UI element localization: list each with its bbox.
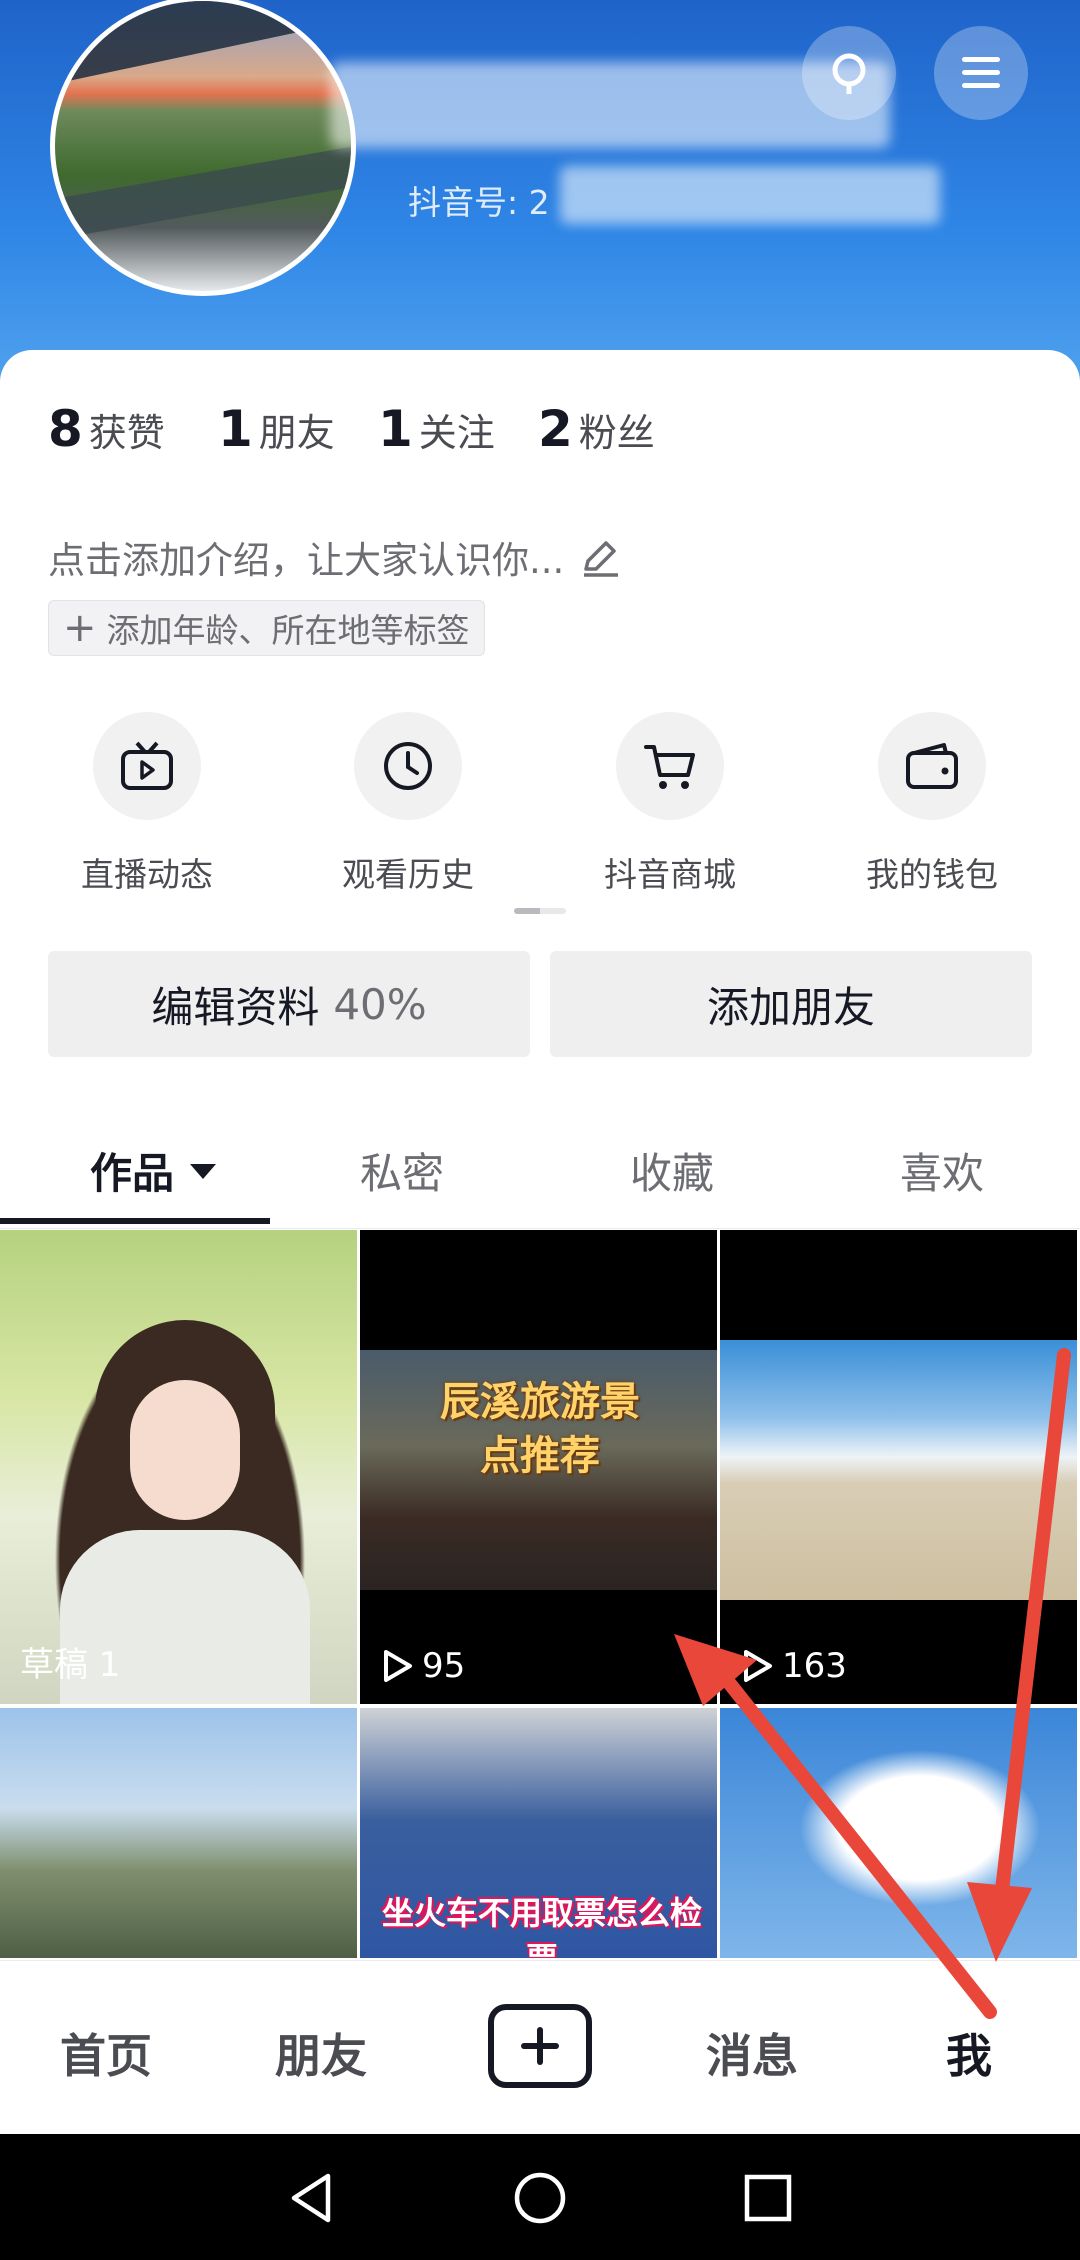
stat-value: 1 bbox=[378, 400, 413, 458]
bio-placeholder[interactable]: 点击添加介绍，让大家认识你... bbox=[48, 530, 622, 584]
back-triangle-icon[interactable] bbox=[282, 2168, 342, 2228]
tab-label: 喜欢 bbox=[900, 1149, 985, 1198]
shortcut-label: 我的钱包 bbox=[866, 855, 998, 894]
wallet-icon bbox=[906, 743, 958, 789]
play-icon bbox=[384, 1650, 412, 1682]
tab-divider bbox=[0, 1228, 1080, 1229]
shortcut-page-indicator bbox=[514, 908, 566, 914]
play-count-value: 163 bbox=[782, 1646, 847, 1686]
stat-label: 粉丝 bbox=[578, 411, 655, 455]
stat-friends[interactable]: 1 朋友 bbox=[218, 400, 335, 458]
nav-home[interactable]: 首页 bbox=[60, 2020, 152, 2086]
play-count-value: 95 bbox=[422, 1646, 466, 1686]
add-friend-button[interactable]: 添加朋友 bbox=[550, 951, 1032, 1057]
shortcut-label: 抖音商城 bbox=[604, 855, 736, 894]
shortcut-mall[interactable]: 抖音商城 bbox=[570, 712, 770, 896]
profile-completion-percent: 40% bbox=[333, 979, 427, 1029]
tab-active-indicator bbox=[0, 1218, 270, 1224]
douyin-id-redacted bbox=[560, 166, 940, 224]
video-tile[interactable]: 163 bbox=[720, 1230, 1077, 1704]
stat-value: 8 bbox=[48, 400, 83, 458]
edit-profile-button[interactable]: 编辑资料 40% bbox=[48, 951, 530, 1057]
play-icon bbox=[744, 1650, 772, 1682]
search-icon bbox=[832, 53, 866, 94]
shortcut-label: 观看历史 bbox=[342, 855, 474, 894]
nav-messages[interactable]: 消息 bbox=[706, 2020, 798, 2086]
cart-icon bbox=[644, 745, 695, 789]
stat-value: 1 bbox=[218, 400, 253, 458]
dropdown-triangle-icon bbox=[190, 1163, 217, 1179]
tv-play-icon bbox=[121, 741, 173, 790]
menu-icon bbox=[962, 57, 1000, 88]
avatar[interactable] bbox=[50, 0, 356, 296]
stat-likes[interactable]: 8 获赞 bbox=[48, 400, 165, 458]
add-tags-button[interactable]: + 添加年龄、所在地等标签 bbox=[48, 600, 485, 656]
add-friend-label: 添加朋友 bbox=[706, 982, 875, 1032]
shortcut-history[interactable]: 观看历史 bbox=[308, 712, 508, 896]
edit-profile-label: 编辑资料 bbox=[151, 982, 320, 1032]
play-count: 95 bbox=[380, 1646, 465, 1686]
play-count: 163 bbox=[740, 1646, 847, 1686]
bio-text: 点击添加介绍，让大家认识你... bbox=[48, 539, 565, 582]
caption-line: 点推荐 bbox=[480, 1433, 600, 1479]
shortcut-label: 直播动态 bbox=[81, 855, 213, 894]
stat-following[interactable]: 1 关注 bbox=[378, 400, 495, 458]
video-tile[interactable]: 坐火车不用取票怎么检票 bbox=[360, 1708, 717, 1958]
video-tile[interactable] bbox=[720, 1708, 1077, 1958]
tab-private[interactable]: 私密 bbox=[360, 1140, 444, 1201]
tab-label: 作品 bbox=[90, 1149, 175, 1198]
video-tile[interactable]: 辰溪旅游景 点推荐 95 bbox=[360, 1230, 717, 1704]
add-tags-label: 添加年龄、所在地等标签 bbox=[106, 611, 470, 650]
draft-count: 草稿 1 bbox=[20, 1637, 120, 1686]
video-tile-draft[interactable]: 草稿 1 bbox=[0, 1230, 357, 1704]
video-caption: 辰溪旅游景 点推荐 bbox=[400, 1375, 680, 1483]
tab-label: 私密 bbox=[360, 1149, 445, 1198]
nav-friends[interactable]: 朋友 bbox=[275, 2020, 367, 2086]
draft-label: 草稿 1 bbox=[20, 1645, 121, 1685]
clock-icon bbox=[384, 742, 432, 790]
shortcut-wallet[interactable]: 我的钱包 bbox=[832, 712, 1032, 896]
search-button[interactable] bbox=[802, 26, 896, 120]
recents-square-icon[interactable] bbox=[738, 2168, 798, 2228]
tab-works[interactable]: 作品 bbox=[90, 1140, 220, 1201]
home-circle-icon[interactable] bbox=[510, 2168, 570, 2228]
create-post-button[interactable] bbox=[488, 2004, 592, 2088]
douyin-id-label: 抖音号: 2 bbox=[408, 183, 550, 222]
edit-pencil-icon bbox=[584, 541, 619, 577]
tab-favorites[interactable]: 收藏 bbox=[630, 1140, 714, 1201]
stat-label: 获赞 bbox=[88, 411, 165, 455]
video-caption: 坐火车不用取票怎么检票 bbox=[381, 1894, 702, 1958]
caption-line: 辰溪旅游景 bbox=[440, 1379, 640, 1425]
stat-label: 朋友 bbox=[258, 411, 335, 455]
tab-label: 收藏 bbox=[630, 1149, 715, 1198]
plus-icon bbox=[521, 2027, 559, 2065]
plus-icon: + bbox=[63, 605, 97, 651]
shortcut-live[interactable]: 直播动态 bbox=[47, 712, 247, 896]
stat-value: 2 bbox=[538, 400, 573, 458]
tab-likes[interactable]: 喜欢 bbox=[900, 1140, 984, 1201]
video-tile[interactable] bbox=[0, 1708, 357, 1958]
nav-me[interactable]: 我 bbox=[946, 2020, 992, 2086]
stat-followers[interactable]: 2 粉丝 bbox=[538, 400, 655, 458]
stat-label: 关注 bbox=[418, 411, 495, 455]
menu-button[interactable] bbox=[934, 26, 1028, 120]
